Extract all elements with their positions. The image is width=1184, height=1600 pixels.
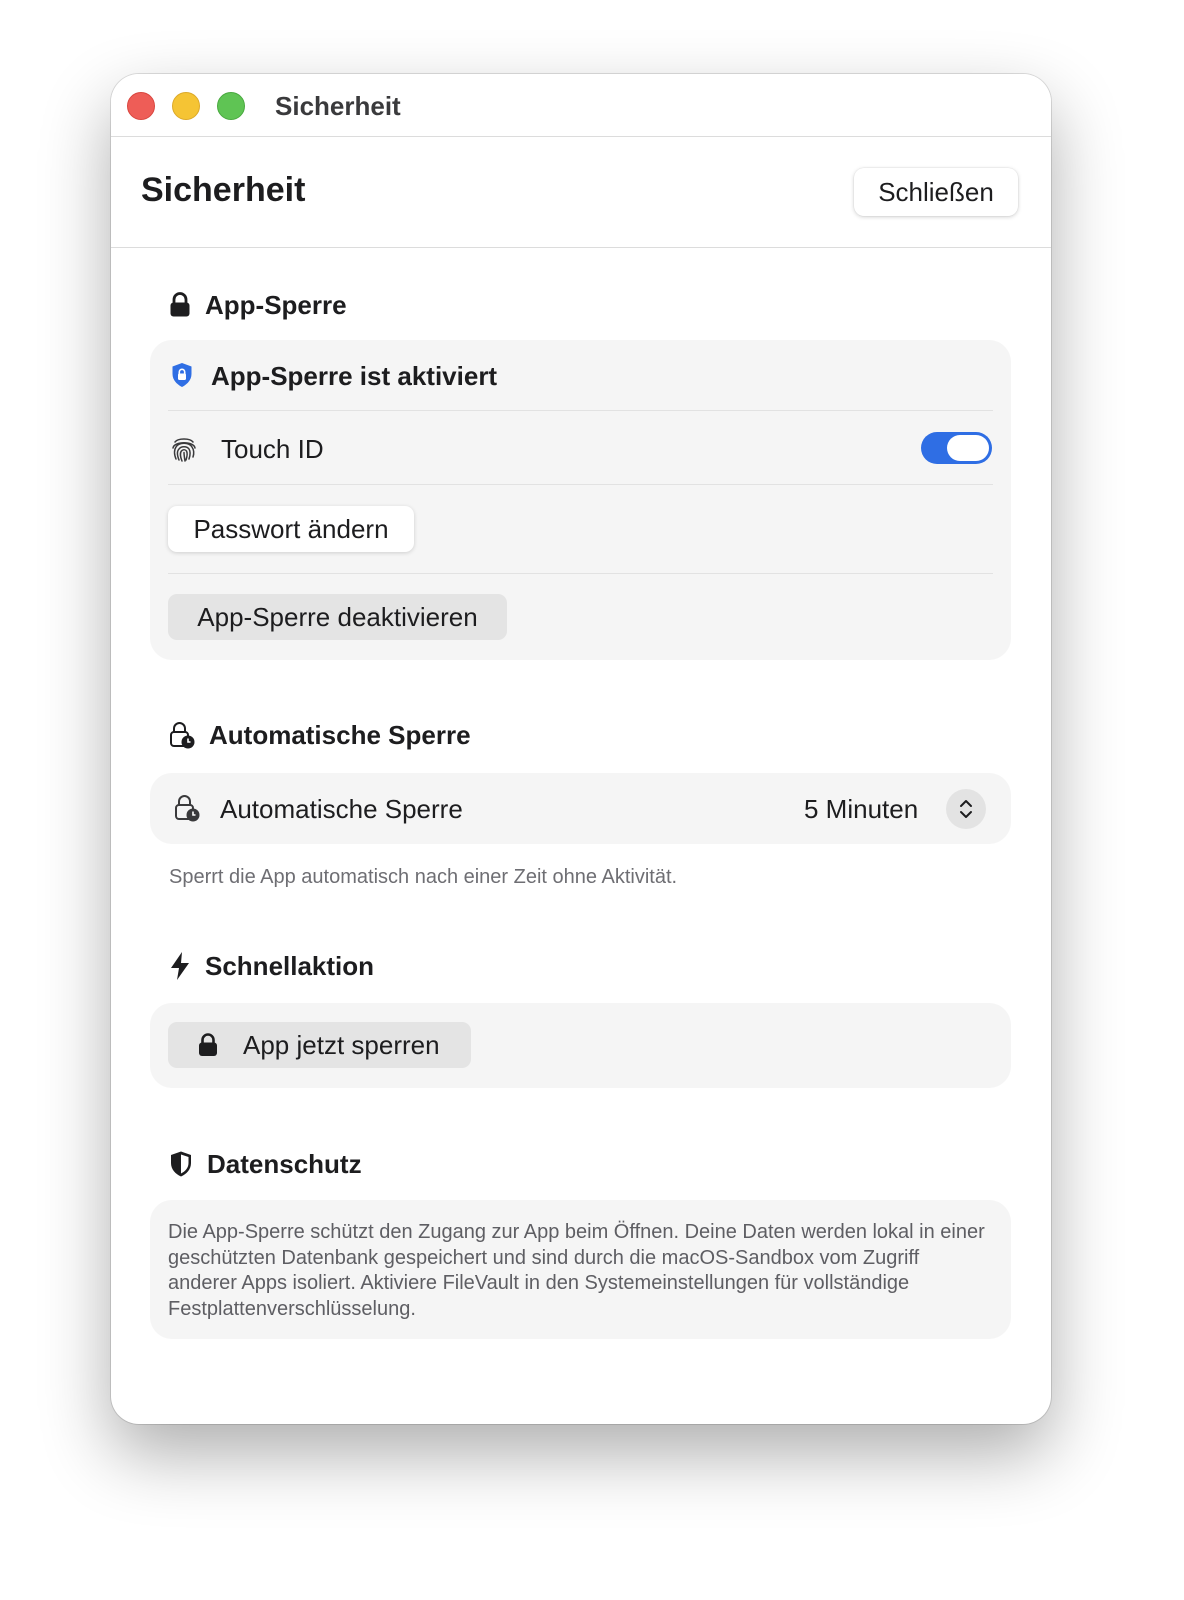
section-header-auto-lock: Automatische Sperre <box>169 715 471 755</box>
touch-id-toggle[interactable] <box>921 432 992 464</box>
section-title-privacy: Datenschutz <box>207 1148 362 1179</box>
settings-window: Sicherheit Sicherheit Schließen App-Sper… <box>111 74 1051 1424</box>
toggle-knob <box>947 435 989 461</box>
section-header-app-lock: App-Sperre <box>169 285 347 325</box>
window-title: Sicherheit <box>275 91 401 121</box>
lock-icon <box>198 1033 218 1057</box>
chevron-up-down-icon <box>958 798 974 820</box>
touch-id-label: Touch ID <box>221 434 324 464</box>
close-window-button[interactable] <box>127 92 155 120</box>
section-title-quick-action: Schnellaktion <box>205 950 375 981</box>
auto-lock-card: Automatische Sperre 5 Minuten <box>150 773 1011 844</box>
section-header-privacy: Datenschutz <box>169 1144 362 1184</box>
page-title: Sicherheit <box>141 171 306 209</box>
auto-lock-value[interactable]: 5 Minuten <box>804 794 918 825</box>
divider <box>168 573 993 574</box>
app-lock-card: App-Sperre ist aktiviert Touch ID Passwo… <box>150 340 1011 660</box>
shield-icon <box>169 1150 193 1178</box>
privacy-card: Die App-Sperre schützt den Zugang zur Ap… <box>150 1200 1011 1339</box>
quick-action-card: App jetzt sperren <box>150 1003 1011 1088</box>
zoom-window-button[interactable] <box>217 92 245 120</box>
shield-lock-icon <box>171 362 193 388</box>
disable-app-lock-button[interactable]: App-Sperre deaktivieren <box>168 594 507 640</box>
close-button[interactable]: Schließen <box>854 168 1018 216</box>
bolt-icon <box>169 951 191 981</box>
fingerprint-icon <box>169 434 199 464</box>
section-title-auto-lock: Automatische Sperre <box>209 719 471 750</box>
divider <box>168 484 993 485</box>
section-header-quick-action: Schnellaktion <box>169 946 374 986</box>
lock-icon <box>169 292 191 318</box>
minimize-window-button[interactable] <box>172 92 200 120</box>
app-lock-status-text: App-Sperre ist aktiviert <box>211 361 498 391</box>
privacy-text: Die App-Sperre schützt den Zugang zur Ap… <box>168 1221 985 1320</box>
auto-lock-hint: Sperrt die App automatisch nach einer Ze… <box>169 866 678 888</box>
sheet-header: Sicherheit Schließen <box>111 137 1051 248</box>
auto-lock-stepper[interactable] <box>946 789 986 829</box>
lock-app-now-button[interactable]: App jetzt sperren <box>168 1022 471 1068</box>
title-bar[interactable]: Sicherheit <box>111 74 1051 137</box>
section-title-app-lock: App-Sperre <box>205 289 347 320</box>
lock-clock-icon <box>169 721 195 749</box>
divider <box>168 410 993 411</box>
auto-lock-label: Automatische Sperre <box>220 794 463 824</box>
lock-clock-icon <box>174 794 200 822</box>
change-password-button[interactable]: Passwort ändern <box>168 506 414 552</box>
lock-app-now-label: App jetzt sperren <box>243 1030 440 1060</box>
